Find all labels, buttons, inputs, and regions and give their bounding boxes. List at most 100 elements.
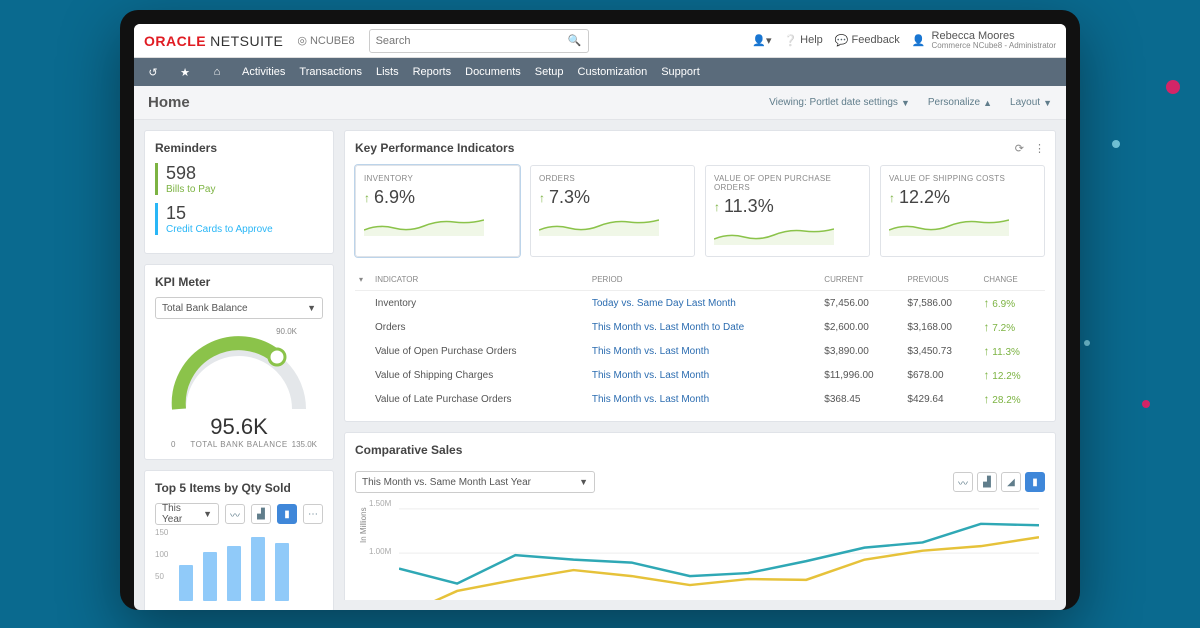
cs-tick-0: 1.50M [369, 499, 391, 508]
cell-current: $2,600.00 [820, 315, 903, 339]
star-icon[interactable]: ★ [172, 61, 198, 83]
create-new-icon[interactable]: 👤▾ [752, 34, 771, 47]
gauge-high-tick: 135.0K [292, 440, 317, 449]
page-title: Home [148, 94, 190, 111]
feedback-link[interactable]: 💬 Feedback [835, 34, 900, 47]
oracle-logo: ORACLE [144, 33, 206, 49]
cell-indicator: Orders [371, 315, 588, 339]
user-menu[interactable]: 👤 Rebecca Moores Commerce NCube8 - Admin… [912, 30, 1056, 51]
cell-indicator: Value of Shipping Charges [371, 363, 588, 387]
netsuite-logo: NETSUITE [210, 33, 283, 49]
user-role: Commerce NCube8 - Administrator [932, 42, 1056, 51]
refresh-icon[interactable]: ⟳ [1015, 142, 1024, 155]
cell-period[interactable]: This Month vs. Last Month [588, 363, 820, 387]
arrow-up-icon: ↑ [714, 200, 720, 214]
top5-more-icon[interactable]: ⋯ [303, 504, 323, 524]
cell-indicator: Value of Late Purchase Orders [371, 387, 588, 411]
layout-button[interactable]: Layout ▼ [1010, 97, 1052, 108]
search-input[interactable] [376, 35, 568, 47]
top5-select[interactable]: This Year▼ [155, 503, 219, 525]
kpi-card-title: ORDERS [539, 174, 686, 183]
top5-trend-icon[interactable]: 〰 [225, 504, 245, 524]
reminder-label: Bills to Pay [166, 184, 215, 195]
cell-current: $368.45 [820, 387, 903, 411]
nav-customization[interactable]: Customization [578, 66, 648, 78]
avatar-icon: 👤 [912, 34, 926, 47]
kpi-meter-panel: KPI Meter Total Bank Balance▼ 90.0K 0 13… [144, 264, 334, 460]
kpi-card-value: 7.3% [549, 187, 590, 208]
cell-previous: $429.64 [903, 387, 979, 411]
reminder-count: 15 [166, 203, 273, 224]
comp-sales-panel: Comparative Sales This Month vs. Same Mo… [344, 432, 1056, 600]
cell-period[interactable]: Today vs. Same Day Last Month [588, 291, 820, 316]
kpi-card-title: VALUE OF OPEN PURCHASE ORDERS [714, 174, 861, 192]
recent-icon[interactable]: ↺ [140, 61, 166, 83]
cell-previous: $7,586.00 [903, 291, 979, 316]
table-row: Value of Late Purchase Orders This Month… [355, 387, 1045, 411]
cell-period[interactable]: This Month vs. Last Month [588, 387, 820, 411]
kpi-card-value: 6.9% [374, 187, 415, 208]
kpi-card-value: 11.3% [724, 196, 774, 217]
reminder-count: 598 [166, 163, 215, 184]
nav-reports[interactable]: Reports [413, 66, 452, 78]
cell-period[interactable]: This Month vs. Last Month to Date [588, 315, 820, 339]
kpi-menu-icon[interactable]: ⋮ [1034, 142, 1045, 155]
bar [251, 537, 265, 601]
cs-ylabel: In Millions [359, 507, 368, 543]
kpi-meter-title: KPI Meter [155, 275, 323, 289]
kpi-card[interactable]: VALUE OF SHIPPING COSTS ↑12.2% [880, 165, 1045, 257]
reminder-item[interactable]: 598Bills to Pay [155, 163, 323, 195]
bar [179, 565, 193, 601]
cell-period[interactable]: This Month vs. Last Month [588, 339, 820, 363]
cs-bar-icon[interactable]: ▮ [1025, 472, 1045, 492]
global-search[interactable]: 🔍 [369, 29, 589, 53]
kpi-card-title: INVENTORY [364, 174, 511, 183]
personalize-button[interactable]: Personalize ▲ [928, 97, 992, 108]
cs-trend-icon[interactable]: 〰 [953, 472, 973, 492]
kpi-title: Key Performance Indicators [355, 141, 514, 155]
kpi-th: INDICATOR [371, 269, 588, 291]
comp-sales-select[interactable]: This Month vs. Same Month Last Year▼ [355, 471, 595, 493]
nav-setup[interactable]: Setup [535, 66, 564, 78]
nav-documents[interactable]: Documents [465, 66, 521, 78]
arrow-up-icon: ↑ [889, 191, 895, 205]
reminders-title: Reminders [155, 141, 323, 155]
reminder-item[interactable]: 15Credit Cards to Approve [155, 203, 323, 235]
help-link[interactable]: ❔ Help [783, 34, 822, 47]
viewing-dropdown[interactable]: Viewing: Portlet date settings ▼ [769, 97, 910, 108]
top5-bar-icon[interactable]: ▮ [277, 504, 297, 524]
kpi-table: ▾INDICATORPERIODCURRENTPREVIOUSCHANGE In… [355, 269, 1045, 411]
cs-area-icon[interactable]: ◢ [1001, 472, 1021, 492]
nav-support[interactable]: Support [661, 66, 700, 78]
table-row: Orders This Month vs. Last Month to Date… [355, 315, 1045, 339]
kpi-card[interactable]: ORDERS ↑7.3% [530, 165, 695, 257]
kpi-th: PERIOD [588, 269, 820, 291]
gauge-low-tick: 0 [171, 440, 175, 449]
cell-previous: $678.00 [903, 363, 979, 387]
table-row: Value of Shipping Charges This Month vs.… [355, 363, 1045, 387]
kpi-card[interactable]: INVENTORY ↑6.9% [355, 165, 520, 257]
cell-previous: $3,450.73 [903, 339, 979, 363]
comp-sales-chart [399, 499, 1039, 600]
sparkline [714, 221, 834, 245]
search-icon[interactable]: 🔍 [568, 34, 582, 47]
cs-tick-1: 1.00M [369, 547, 391, 556]
kpi-card-value: 12.2% [899, 187, 950, 208]
cell-previous: $3,168.00 [903, 315, 979, 339]
sparkline [539, 212, 659, 236]
kpi-th: CURRENT [820, 269, 903, 291]
nav-lists[interactable]: Lists [376, 66, 399, 78]
gauge-label: TOTAL BANK BALANCE [190, 440, 287, 449]
nav-activities[interactable]: Activities [242, 66, 285, 78]
nav-transactions[interactable]: Transactions [299, 66, 362, 78]
chevron-down-icon[interactable]: ▾ [359, 275, 363, 284]
kpi-meter-select[interactable]: Total Bank Balance▼ [155, 297, 323, 319]
cell-current: $3,890.00 [820, 339, 903, 363]
kpi-card[interactable]: VALUE OF OPEN PURCHASE ORDERS ↑ 11.3% [705, 165, 870, 257]
cs-line-icon[interactable]: ▟ [977, 472, 997, 492]
cell-indicator: Inventory [371, 291, 588, 316]
top5-line-icon[interactable]: ▟ [251, 504, 271, 524]
partner-logo: ◎ NCUBE8 [297, 34, 354, 47]
bar [275, 543, 289, 601]
home-icon[interactable]: ⌂ [204, 61, 230, 83]
